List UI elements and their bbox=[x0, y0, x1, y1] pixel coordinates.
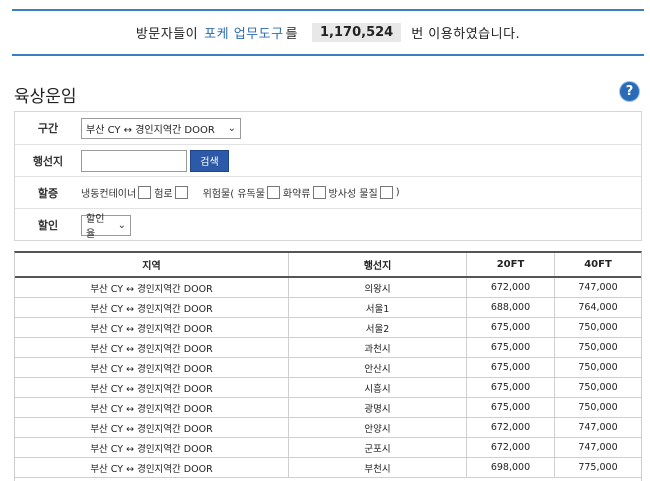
help-icon[interactable]: ? bbox=[620, 82, 639, 101]
table-row: 부산 CY ↔ 경인지역간 DOOR 서울1 688,000 764,000 bbox=[15, 298, 641, 318]
discount-select[interactable]: 할인율 ⌄ bbox=[81, 214, 131, 240]
cell-20ft: 675,000 bbox=[467, 338, 555, 357]
discount-label: 할인 bbox=[37, 219, 59, 232]
cell-destination: 과천시 bbox=[289, 338, 467, 357]
cell-40ft: 775,000 bbox=[578, 462, 618, 473]
surcharge-row: 할증 냉동컨테이너 험로 위험물( 유독물 화약류 방사성 물질 ) bbox=[15, 177, 641, 209]
cell-destination: 부천시 bbox=[289, 458, 467, 477]
cell-20ft: 675,000 bbox=[467, 398, 555, 417]
freight-table: 지역 행선지 20FT 40FT 부산 CY ↔ 경인지역간 DOOR 의왕시 67… bbox=[14, 251, 642, 481]
cell-40ft: 747,000 bbox=[578, 422, 618, 433]
section-select[interactable]: 부산 CY ↔ 경인지역간 DOOR ⌄ bbox=[81, 117, 241, 139]
option-reefer-label: 냉동컨테이너 bbox=[81, 189, 137, 200]
table-body: 부산 CY ↔ 경인지역간 DOOR 의왕시 672,000 747,000 부산 CY… bbox=[15, 278, 641, 478]
cell-20ft: 672,000 bbox=[467, 418, 555, 437]
surcharge-options: 냉동컨테이너 험로 위험물( 유독물 화약류 방사성 물질 ) bbox=[81, 185, 400, 200]
table-row: 부산 CY ↔ 경인지역간 DOOR 시흥시 675,000 750,000 bbox=[15, 378, 641, 398]
chevron-down-icon: ⌄ bbox=[117, 219, 126, 231]
section-row: 구간 부산 CY ↔ 경인지역간 DOOR ⌄ bbox=[15, 112, 641, 145]
header-destination: 행선지 bbox=[289, 253, 467, 276]
table-row: 부산 CY ↔ 경인지역간 DOOR 과천시 675,000 750,000 bbox=[15, 338, 641, 358]
cell-40ft: 750,000 bbox=[578, 322, 618, 333]
table-row: 부산 CY ↔ 경인지역간 DOOR 군포시 672,000 747,000 bbox=[15, 438, 641, 458]
discount-select-value: 할인율 bbox=[86, 214, 105, 240]
checkbox-explosive[interactable] bbox=[312, 186, 326, 199]
banner-particle: 를 bbox=[285, 27, 299, 42]
cell-40ft: 750,000 bbox=[578, 342, 618, 353]
cell-20ft: 672,000 bbox=[467, 438, 555, 457]
table-row: 부산 CY ↔ 경인지역간 DOOR 서울2 675,000 750,000 bbox=[15, 318, 641, 338]
search-button[interactable]: 검색 bbox=[190, 149, 229, 172]
cell-40ft: 750,000 bbox=[578, 402, 618, 413]
table-row: 부산 CY ↔ 경인지역간 DOOR 안산시 675,000 750,000 bbox=[15, 358, 641, 378]
cell-destination: 안양시 bbox=[289, 418, 467, 437]
option-explosive-label: 화약류 bbox=[282, 189, 311, 200]
discount-row: 할인 할인율 ⌄ bbox=[15, 209, 641, 241]
cell-40ft: 750,000 bbox=[578, 362, 618, 373]
cell-40ft: 764,000 bbox=[578, 302, 618, 313]
table-header: 지역 행선지 20FT 40FT bbox=[15, 253, 641, 278]
banner-prefix: 방문자들이 bbox=[135, 27, 199, 42]
visitor-count: 1,170,524 bbox=[312, 23, 402, 42]
section-label: 구간 bbox=[37, 122, 59, 135]
cell-region: 부산 CY ↔ 경인지역간 DOOR bbox=[15, 418, 289, 437]
checkbox-reefer[interactable] bbox=[138, 186, 152, 199]
checkbox-toxic[interactable] bbox=[266, 186, 280, 199]
destination-row: 행선지 검색 bbox=[15, 145, 641, 177]
cell-destination: 의왕시 bbox=[289, 278, 467, 297]
option-toxic-label: 위험물( 유독물 bbox=[202, 189, 265, 200]
checkbox-rough-road[interactable] bbox=[174, 186, 188, 199]
cell-destination: 시흥시 bbox=[289, 378, 467, 397]
cell-40ft: 747,000 bbox=[578, 282, 618, 293]
surcharge-label: 할증 bbox=[37, 186, 59, 200]
header-region: 지역 bbox=[15, 253, 289, 276]
tool-name-link[interactable]: 포케 업무도구 bbox=[204, 23, 283, 42]
cell-region: 부산 CY ↔ 경인지역간 DOOR bbox=[15, 338, 289, 357]
cell-40ft: 747,000 bbox=[578, 442, 618, 453]
cell-20ft: 672,000 bbox=[467, 278, 555, 297]
destination-label: 행선지 bbox=[32, 154, 64, 168]
cell-region: 부산 CY ↔ 경인지역간 DOOR bbox=[15, 398, 289, 417]
cell-destination: 군포시 bbox=[289, 438, 467, 457]
cell-20ft: 675,000 bbox=[467, 378, 555, 397]
cell-region: 부산 CY ↔ 경인지역간 DOOR bbox=[15, 378, 289, 397]
visitor-banner: 방문자들이 포케 업무도구 를 1,170,524 번 이용하였습니다. bbox=[12, 9, 644, 56]
cell-destination: 서울1 bbox=[289, 298, 467, 317]
cell-region: 부산 CY ↔ 경인지역간 DOOR bbox=[15, 278, 289, 297]
page-title: 육상운임 bbox=[14, 87, 77, 107]
cell-region: 부산 CY ↔ 경인지역간 DOOR bbox=[15, 298, 289, 317]
chevron-down-icon: ⌄ bbox=[227, 122, 236, 134]
table-row: 부산 CY ↔ 경인지역간 DOOR 광명시 675,000 750,000 bbox=[15, 398, 641, 418]
table-row: 부산 CY ↔ 경인지역간 DOOR 의왕시 672,000 747,000 bbox=[15, 278, 641, 298]
cell-region: 부산 CY ↔ 경인지역간 DOOR bbox=[15, 438, 289, 457]
banner-suffix: 번 이용하였습니다. bbox=[411, 27, 521, 42]
cell-destination: 안산시 bbox=[289, 358, 467, 377]
option-close-paren: ) bbox=[395, 187, 400, 198]
cell-20ft: 675,000 bbox=[467, 318, 555, 337]
cell-destination: 광명시 bbox=[289, 398, 467, 417]
cell-20ft: 675,000 bbox=[467, 358, 555, 377]
header-40ft: 40FT bbox=[584, 259, 612, 270]
cell-region: 부산 CY ↔ 경인지역간 DOOR bbox=[15, 458, 289, 477]
table-row: 부산 CY ↔ 경인지역간 DOOR 부천시 698,000 775,000 bbox=[15, 458, 641, 478]
cell-20ft: 698,000 bbox=[467, 458, 555, 477]
section-select-value: 부산 CY ↔ 경인지역간 DOOR bbox=[86, 124, 215, 136]
cell-40ft: 750,000 bbox=[578, 382, 618, 393]
option-radioactive-label: 방사성 물질 bbox=[328, 189, 378, 200]
option-rough-road-label: 험로 bbox=[154, 189, 173, 200]
checkbox-radioactive[interactable] bbox=[379, 186, 393, 199]
destination-input[interactable] bbox=[81, 149, 187, 172]
cell-20ft: 688,000 bbox=[467, 298, 555, 317]
cell-region: 부산 CY ↔ 경인지역간 DOOR bbox=[15, 358, 289, 377]
search-form: 구간 부산 CY ↔ 경인지역간 DOOR ⌄ 행선지 검색 할증 냉동컨테이너… bbox=[14, 111, 642, 241]
cell-destination: 서울2 bbox=[289, 318, 467, 337]
cell-region: 부산 CY ↔ 경인지역간 DOOR bbox=[15, 318, 289, 337]
header-20ft: 20FT bbox=[467, 253, 555, 276]
table-row: 부산 CY ↔ 경인지역간 DOOR 안양시 672,000 747,000 bbox=[15, 418, 641, 438]
